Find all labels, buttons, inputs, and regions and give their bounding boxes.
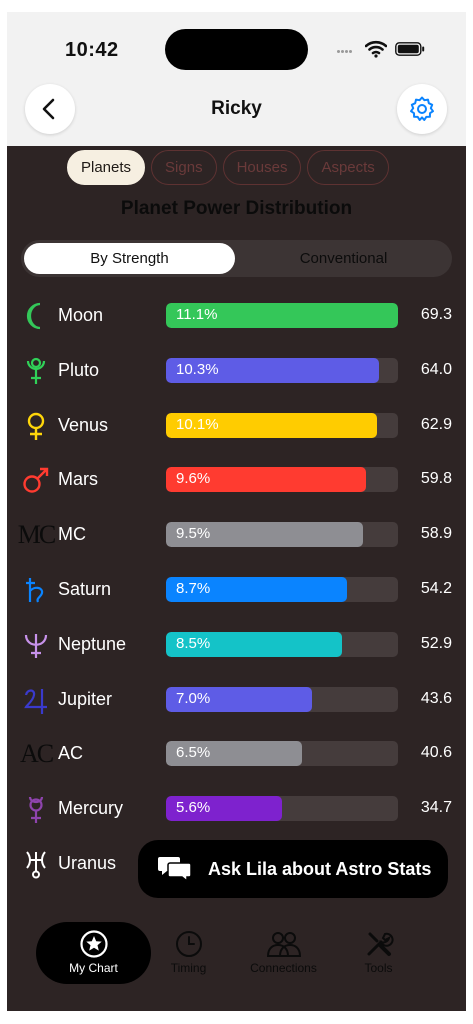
- toggle-conventional[interactable]: Conventional: [238, 243, 449, 274]
- strength-percent: 9.6%: [176, 470, 211, 488]
- star-circle-icon: [79, 930, 108, 958]
- gear-icon: [410, 96, 434, 121]
- battery-icon: [395, 42, 425, 56]
- planet-name: AC: [58, 743, 84, 764]
- strength-bar-track: 10.1%: [166, 412, 398, 438]
- clock-icon: [175, 931, 202, 957]
- signal-icon: [337, 50, 359, 54]
- planet-name: Moon: [58, 305, 104, 325]
- ask-lila-button[interactable]: Ask Lila about Astro Stats: [138, 840, 448, 898]
- planet-name: Uranus: [58, 853, 117, 873]
- section-heading-wrap: Planet Power Distribution: [7, 195, 466, 214]
- pluto-icon: [19, 356, 53, 386]
- strength-score: 54.2: [420, 580, 452, 597]
- wifi-icon: [365, 40, 387, 58]
- tab-signs[interactable]: Signs: [151, 150, 217, 185]
- strength-percent: 10.1%: [176, 415, 219, 433]
- strength-percent: 8.7%: [176, 580, 211, 597]
- planet-row-mercury[interactable]: Mercury 5.6% 34.7: [7, 781, 466, 836]
- planet-name: Pluto: [58, 359, 100, 380]
- saturn-icon: [19, 575, 53, 605]
- toggle-by-strength[interactable]: By Strength: [24, 243, 235, 274]
- strength-score: 40.6: [420, 744, 452, 762]
- jupiter-icon: [19, 685, 53, 715]
- strength-score: 52.9: [420, 634, 452, 652]
- category-tabs: Planets Signs Houses Aspects: [67, 150, 395, 186]
- app-screen: 10:42 Ricky Planets Signs Houses Aspects…: [7, 12, 466, 1011]
- uranus-icon: [19, 849, 53, 879]
- strength-score: 43.6: [420, 689, 452, 707]
- tab-planets[interactable]: Planets: [67, 150, 146, 185]
- planet-name: Saturn: [58, 579, 112, 599]
- strength-percent: 10.3%: [176, 360, 219, 378]
- planet-name: Mars: [58, 469, 98, 490]
- strength-score: 34.7: [420, 799, 452, 817]
- planet-row-moon[interactable]: Moon 11.1% 69.3: [7, 288, 466, 343]
- neptune-icon: [19, 630, 53, 660]
- planet-row-venus[interactable]: Venus 10.1% 62.9: [7, 398, 466, 453]
- planet-row-neptune[interactable]: Neptune 8.5% 52.9: [7, 617, 466, 672]
- planet-row-pluto[interactable]: Pluto 10.3% 64.0: [7, 343, 466, 398]
- strength-percent: 8.5%: [176, 634, 211, 652]
- settings-button[interactable]: [397, 84, 447, 134]
- moon-icon: [19, 301, 53, 331]
- nav-label-tools: Tools: [364, 961, 393, 975]
- strength-percent: 11.1%: [176, 306, 218, 323]
- tools-icon: [367, 932, 394, 956]
- dynamic-island: [165, 29, 308, 70]
- planet-name: Jupiter: [58, 688, 113, 709]
- planet-row-jupiter[interactable]: Jupiter 7.0% 43.6: [7, 672, 466, 727]
- nav-tools[interactable]: Tools: [321, 922, 436, 984]
- strength-score: 62.9: [420, 415, 452, 433]
- mars-icon: [19, 465, 53, 495]
- strength-bar-track: 10.3%: [166, 357, 398, 383]
- strength-percent: 7.0%: [176, 689, 211, 707]
- strength-percent: 5.6%: [176, 799, 211, 817]
- ask-lila-label: Ask Lila about Astro Stats: [208, 859, 432, 879]
- status-time: 10:42: [65, 39, 119, 61]
- section-heading: Planet Power Distribution: [120, 198, 353, 214]
- people-icon: [266, 932, 301, 957]
- planet-name: Neptune: [58, 633, 127, 654]
- strength-bar-track: 8.7%: [166, 577, 398, 602]
- status-bar: 10:42: [7, 12, 466, 76]
- strength-bar-track: 11.1%: [166, 303, 398, 328]
- mc-icon: MC: [17, 520, 56, 550]
- strength-percent: 9.5%: [176, 525, 211, 543]
- strength-score: 69.3: [420, 306, 452, 323]
- strength-bar-track: 9.5%: [166, 522, 398, 548]
- planet-name: MC: [58, 524, 86, 545]
- venus-icon: [19, 411, 53, 441]
- strength-score: 59.8: [420, 470, 452, 488]
- strength-score: 58.9: [420, 525, 452, 543]
- tab-houses[interactable]: Houses: [222, 150, 302, 185]
- sort-toggle: By Strength Conventional: [21, 240, 452, 277]
- chat-bubbles-icon: [158, 857, 192, 883]
- strength-bar-track: 6.5%: [166, 741, 398, 767]
- planet-name: Venus: [58, 414, 109, 435]
- planet-row-mars[interactable]: Mars 9.6% 59.8: [7, 452, 466, 507]
- planet-name: Mercury: [58, 798, 124, 819]
- strength-bar-track: 8.5%: [166, 631, 398, 657]
- nav-header: Ricky: [7, 76, 466, 146]
- strength-percent: 6.5%: [176, 744, 211, 762]
- planet-row-saturn[interactable]: Saturn 8.7% 54.2: [7, 562, 466, 617]
- tab-bar: My Chart Timing Connections Tools: [7, 912, 466, 1011]
- planet-row-mc[interactable]: MC MC 9.5% 58.9: [7, 507, 466, 562]
- strength-bar-track: 5.6%: [166, 796, 398, 822]
- tab-aspects[interactable]: Aspects: [307, 150, 389, 185]
- strength-bar-track: 7.0%: [166, 686, 398, 712]
- planet-row-ac[interactable]: AC AC 6.5% 40.6: [7, 726, 466, 781]
- strength-bar-track: 9.6%: [166, 467, 398, 493]
- ac-icon: AC: [19, 739, 54, 769]
- mercury-icon: [19, 794, 53, 824]
- strength-score: 64.0: [420, 360, 452, 378]
